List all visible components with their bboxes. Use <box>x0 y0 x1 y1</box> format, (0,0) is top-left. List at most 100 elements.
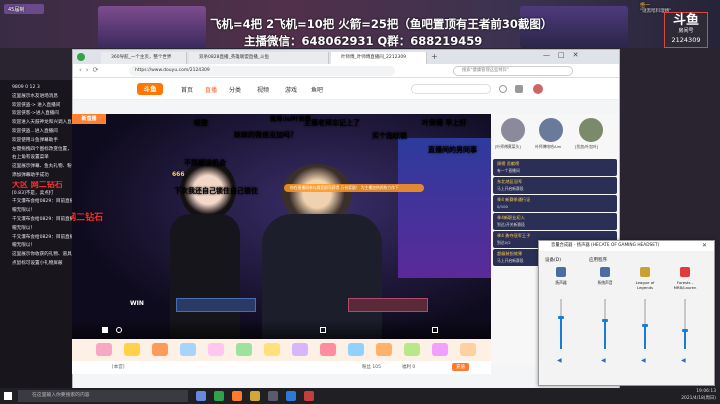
url-input[interactable]: https://www.douyu.com/2124309 <box>129 66 395 76</box>
refresh-icon[interactable] <box>116 327 122 333</box>
gift-item[interactable] <box>460 343 476 356</box>
promo-item-sub: 马上开启新赛段 <box>497 186 524 191</box>
welfare-count: 福利 0 <box>402 365 416 370</box>
mute-speaker-icon[interactable]: ◀ <box>557 357 562 364</box>
volume-mixer-window[interactable]: 音量合成器 - 扬声器 (HECATE OF GAMING HEADSET) ✕… <box>538 240 715 386</box>
promo-item-title: 东北地区冠军 <box>497 179 523 184</box>
pause-icon[interactable] <box>102 327 108 333</box>
top-fan-avatar[interactable] <box>539 118 563 142</box>
gift-toolbar <box>72 339 491 361</box>
promo-item-title: 周榜 贡献榜 <box>497 161 520 166</box>
clock[interactable]: 19:06:13 2021/4/18(周日) <box>672 389 716 402</box>
volume-slider-knob[interactable] <box>602 318 608 322</box>
tab-yeshifu[interactable]: 叶师傅_叶师傅直播间_2212309 <box>331 52 427 64</box>
mixer-title: 音量合成器 - 扬声器 (HECATE OF GAMING HEADSET) <box>539 241 714 251</box>
site-logo[interactable]: 斗鱼 <box>137 83 163 95</box>
taskbar-app-icon[interactable] <box>214 391 224 401</box>
taskbar-app-icon[interactable] <box>304 391 314 401</box>
team-bar-right <box>348 298 428 312</box>
avatar[interactable] <box>533 84 543 94</box>
close-icon[interactable]: ✕ <box>702 242 707 249</box>
taskbar-app-icon[interactable] <box>250 391 260 401</box>
channel-label: 扬声器 <box>555 280 567 285</box>
volume-slider[interactable] <box>682 299 688 349</box>
mute-speaker-icon[interactable]: ◀ <box>601 357 606 364</box>
fullscreen-icon[interactable] <box>432 327 438 333</box>
event-notice[interactable]: 你在直播间参与猜竞即可获得 万份奖励！ 为主播加热闹热力作下 <box>284 184 424 192</box>
browser-logo-icon <box>77 53 85 61</box>
tab-360-nav[interactable]: 360导航_一个主页，整个世界 <box>101 52 187 64</box>
danmaku-2: 主播老师忘记上了 <box>304 119 360 127</box>
nav-fishbar[interactable]: 鱼吧 <box>311 85 323 94</box>
promo-item[interactable]: 东北地区冠军 马上开启新赛段 <box>493 177 617 194</box>
taskbar-search-input[interactable]: 在这里输入你要搜索的内容 <box>18 390 188 402</box>
gift-item[interactable] <box>404 343 420 356</box>
volume-slider-knob[interactable] <box>682 328 688 332</box>
nav-category[interactable]: 分类 <box>229 85 241 94</box>
volume-slider[interactable] <box>558 299 564 349</box>
volume-slider[interactable] <box>602 299 608 349</box>
gift-item[interactable] <box>152 343 168 356</box>
promo-item-title: 季4 勇夺冠军王子 <box>497 233 531 238</box>
mute-speaker-icon[interactable]: ◀ <box>681 357 686 364</box>
hero-art-left <box>98 6 206 48</box>
site-search-input[interactable] <box>411 84 491 94</box>
taskbar-app-icon[interactable] <box>196 391 206 401</box>
channel-app-icon <box>640 267 650 277</box>
follow-icon[interactable] <box>515 85 523 93</box>
mute-speaker-icon[interactable]: ◀ <box>641 357 646 364</box>
banner-line-1: 飞机=4把 2飞机=10把 火箭=25把（鱼吧置顶有王者前30截图） <box>210 17 553 31</box>
nav-arrows-icon[interactable]: ‹›⟳ <box>79 66 102 74</box>
volume-icon[interactable] <box>320 327 326 333</box>
gift-item[interactable] <box>264 343 280 356</box>
nav-live[interactable]: 直播 <box>205 85 217 94</box>
promo-item[interactable]: 周榜 贡献榜 有一个直播间 <box>493 159 617 176</box>
new-tab-icon[interactable]: + <box>431 52 438 61</box>
promo-item-sub: 马上开启新赛段 <box>497 258 524 263</box>
channel-label: Forests - MRB/Lauren Hu... <box>673 280 697 291</box>
gift-item[interactable] <box>96 343 112 356</box>
nav-game[interactable]: 游戏 <box>285 85 297 94</box>
mixer-channel: League of Legends ◀ <box>629 267 661 379</box>
fans-count: 粉丝 105 <box>362 365 382 370</box>
top-fan-avatar[interactable] <box>501 118 525 142</box>
gift-item[interactable] <box>180 343 196 356</box>
gift-item[interactable] <box>208 343 224 356</box>
badge: 45届制 <box>4 4 44 14</box>
logo-brand: 斗鱼 <box>672 13 699 28</box>
taskbar-app-icon[interactable] <box>268 391 278 401</box>
volume-slider[interactable] <box>642 299 648 349</box>
nav-video[interactable]: 视频 <box>257 85 269 94</box>
promo-item[interactable]: 季4新职业初入 到达/开关新赛段 <box>493 213 617 230</box>
gift-item[interactable] <box>236 343 252 356</box>
video-player[interactable]: 新直播 结整 微博:lol叶师傅 主播老师忘记上了 叶师傅 早上好 妹妹的微信没… <box>72 114 491 339</box>
gift-item[interactable] <box>348 343 364 356</box>
badge-text: 45届制 <box>8 7 25 13</box>
windows-start-icon[interactable] <box>4 392 12 400</box>
gift-item[interactable] <box>124 343 140 356</box>
danmaku-8: 下次我还自己锁住自己锁住 <box>174 187 258 195</box>
team-bar-left <box>176 298 256 312</box>
promo-item[interactable]: 季4 新赛季通行证 0/100 <box>493 195 617 212</box>
channel-label: 系统声音 <box>597 280 613 285</box>
tab-lol-live[interactable]: 双杀0828直播_英雄联盟直播_斗鱼 <box>189 52 329 64</box>
browser-search-input[interactable]: 搜索"健康管理这些特异" <box>453 66 573 76</box>
volume-slider-knob[interactable] <box>558 316 564 319</box>
recharge-button[interactable]: 充值 <box>452 363 469 371</box>
window-controls[interactable]: —□✕ <box>543 51 586 59</box>
top-fan-avatar[interactable] <box>579 118 603 142</box>
channel-label: League of Legends <box>635 280 655 290</box>
history-icon[interactable] <box>499 85 507 93</box>
gift-item[interactable] <box>292 343 308 356</box>
apps-label: 应用程序 <box>589 258 607 263</box>
banner-line-2: 主播微信：648062931 Q群：688219459 <box>244 34 483 48</box>
taskbar-app-icon[interactable] <box>286 391 296 401</box>
volume-slider-knob[interactable] <box>642 323 648 327</box>
gift-item[interactable] <box>376 343 392 356</box>
gift-item[interactable] <box>432 343 448 356</box>
taskbar-app-icon[interactable] <box>232 391 242 401</box>
gift-item[interactable] <box>320 343 336 356</box>
player-controls <box>72 319 491 339</box>
channel-app-icon <box>556 267 566 277</box>
nav-home[interactable]: 首页 <box>181 85 193 94</box>
